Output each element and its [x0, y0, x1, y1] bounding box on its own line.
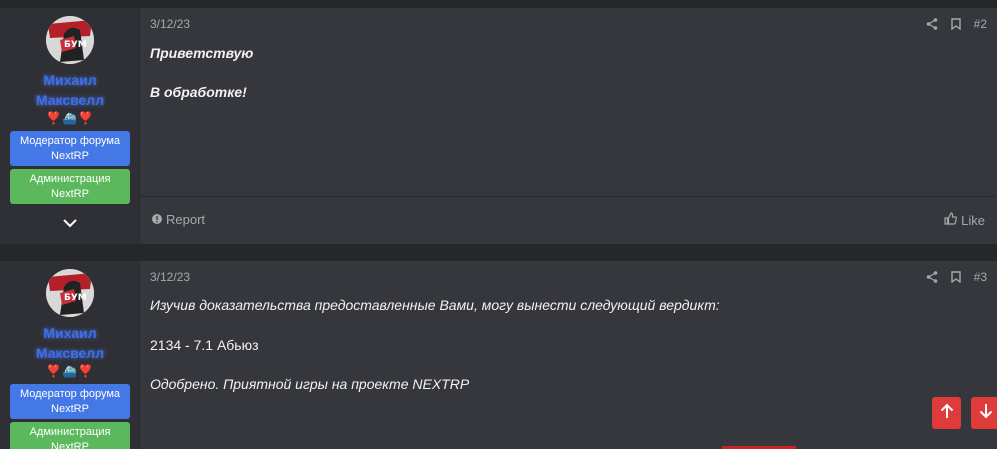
user-title-icons: ❣️⛴️❣️	[46, 111, 94, 125]
avatar[interactable]: БУМ	[46, 16, 94, 64]
arrow-down-icon	[979, 403, 993, 424]
post-2: БУМ Михаил Максвелл ❣️⛴️❣️ Модератор фор…	[0, 8, 997, 244]
message-line: В обработке!	[150, 84, 247, 100]
post-date[interactable]: 3/12/23	[150, 17, 190, 31]
moderator-banner: Модератор форума NextRP	[10, 131, 130, 166]
post-number[interactable]: #3	[974, 270, 987, 284]
svg-text:БУМ: БУМ	[64, 40, 87, 50]
post-date[interactable]: 3/12/23	[150, 270, 190, 284]
post-number[interactable]: #2	[974, 17, 987, 31]
bookmark-icon[interactable]	[950, 271, 961, 283]
moderator-banner: Модератор форума NextRP	[10, 384, 130, 419]
username-line1[interactable]: Михаил	[0, 323, 140, 343]
report-button[interactable]: Report	[152, 212, 205, 227]
post-3: БУМ Михаил Максвелл ❣️⛴️❣️ Модератор фор…	[0, 261, 997, 449]
scroll-up-button[interactable]	[932, 397, 961, 429]
admin-banner: Администрация NextRP	[10, 169, 130, 204]
user-cell: БУМ Михаил Максвелл ❣️⛴️❣️ Модератор фор…	[0, 8, 140, 244]
user-title-icons: ❣️⛴️❣️	[46, 364, 94, 378]
chevron-down-icon[interactable]	[62, 216, 78, 230]
bookmark-icon[interactable]	[950, 18, 961, 30]
scroll-down-button[interactable]	[971, 397, 997, 429]
post-actions: #3	[926, 270, 987, 284]
divider	[140, 196, 997, 197]
username-line1[interactable]: Михаил	[0, 70, 140, 90]
message-line: 2134 - 7.1 Абьюз	[150, 337, 259, 353]
admin-banner: Администрация NextRP	[10, 422, 130, 449]
thumbs-up-icon	[944, 212, 958, 228]
message-line: Изучив доказательства предоставленные Ва…	[150, 297, 720, 313]
like-button[interactable]: Like	[944, 212, 985, 228]
report-label: Report	[166, 212, 206, 227]
username-line2[interactable]: Максвелл	[0, 343, 140, 363]
share-icon[interactable]	[926, 271, 938, 283]
username-line2[interactable]: Максвелл	[0, 90, 140, 110]
like-label: Like	[961, 212, 985, 228]
post-actions: #2	[926, 17, 987, 31]
info-circle-icon	[152, 212, 162, 227]
user-cell: БУМ Михаил Максвелл ❣️⛴️❣️ Модератор фор…	[0, 261, 140, 449]
message-line: Приветствую	[150, 45, 254, 61]
post-body: 3/12/23 #2 Приветствую В обработке! Repo…	[140, 8, 997, 244]
avatar[interactable]: БУМ	[46, 269, 94, 317]
post-body: 3/12/23 #3 Изучив доказательства предост…	[140, 261, 997, 449]
share-icon[interactable]	[926, 18, 938, 30]
arrow-up-icon	[940, 403, 954, 424]
svg-text:БУМ: БУМ	[64, 293, 87, 303]
message-line: Одобрено. Приятной игры на проекте NEXTR…	[150, 376, 470, 392]
